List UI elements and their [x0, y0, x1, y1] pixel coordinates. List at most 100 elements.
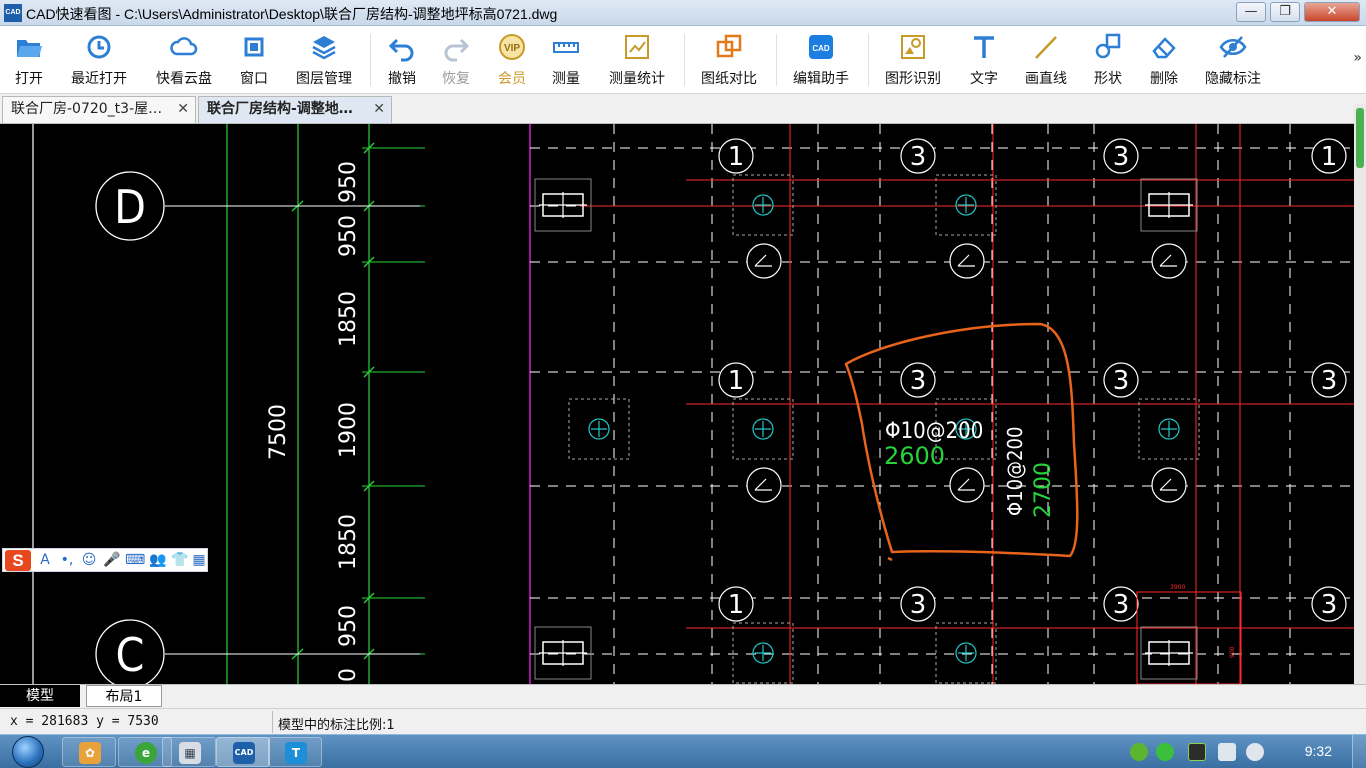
redo-button[interactable]: 恢复: [436, 32, 476, 88]
dimension-label: 950: [336, 161, 361, 203]
measure-stats-button[interactable]: 测量统计: [604, 32, 670, 88]
rebar-annotation: Φ10@200: [1003, 427, 1027, 516]
ie-icon: e: [135, 742, 157, 764]
window-button[interactable]: 窗口: [234, 32, 274, 88]
draw-line-button[interactable]: 画直线: [1020, 32, 1072, 88]
tab-close-icon[interactable]: ✕: [373, 97, 385, 122]
column-marker-label: 3: [910, 590, 927, 620]
rebar-length: 2700: [1031, 462, 1056, 518]
layout-tab-bar: 模型 布局1: [0, 684, 1366, 708]
cloud-disk-button[interactable]: 快看云盘: [150, 32, 218, 88]
folder-open-icon: [17, 40, 42, 57]
ime-font-icon[interactable]: A: [37, 552, 53, 568]
column-marker-label: 3: [910, 142, 927, 172]
column-marker-label: 3: [1113, 590, 1130, 620]
column-marker-label: 3: [910, 366, 927, 396]
hide-annotation-button[interactable]: 隐藏标注: [1200, 32, 1266, 88]
taskbar-app-calculator[interactable]: ▦: [162, 737, 216, 767]
shape-recognize-button[interactable]: 图形识别: [880, 32, 946, 88]
tab-model[interactable]: 模型: [0, 685, 80, 707]
ime-keyboard-icon[interactable]: ⌨: [125, 552, 145, 568]
vip-button[interactable]: VIP 会员: [492, 32, 532, 88]
dimension-label: 1850: [336, 291, 361, 347]
column-marker-label: 1: [728, 366, 745, 396]
ime-emoji-icon[interactable]: ☺: [81, 552, 97, 568]
dimension-label: 50: [336, 668, 361, 684]
cad-viewer-window: CAD CAD快速看图 - C:\Users\Administrator\Des…: [0, 0, 1366, 768]
dimension-label: 950: [336, 605, 361, 647]
pile-cross: [1161, 421, 1177, 437]
ime-skin-icon[interactable]: 👕: [171, 552, 188, 568]
text-tool-button[interactable]: 文字: [964, 32, 1004, 88]
ime-menu-icon[interactable]: ▦: [191, 552, 207, 568]
show-desktop-button[interactable]: [1352, 735, 1366, 768]
flower-icon: ✿: [79, 742, 101, 764]
undo-button[interactable]: 撤销: [382, 32, 422, 88]
toolbar-separator: [370, 34, 371, 86]
column-marker-label: 3: [1321, 590, 1338, 620]
recent-open-button[interactable]: 最近打开: [66, 32, 132, 88]
network-icon[interactable]: [1218, 743, 1236, 761]
text-app-icon: T: [285, 742, 307, 764]
column-marker-label: 1: [728, 142, 745, 172]
volume-muted-icon[interactable]: [1246, 743, 1264, 761]
measure-button[interactable]: 测量: [546, 32, 586, 88]
start-button[interactable]: [4, 736, 56, 768]
column-marker-label: 3: [1321, 366, 1338, 396]
tab-close-icon[interactable]: ✕: [177, 97, 189, 122]
pile-cross: [755, 197, 771, 213]
document-tab-bar: 联合厂房-0720_t3-屋… ✕ 联合厂房结构-调整地… ✕: [0, 94, 1366, 124]
taskbar-app-cad[interactable]: CAD: [216, 737, 270, 767]
tab-structure-drawing[interactable]: 联合厂房结构-调整地… ✕: [198, 96, 392, 123]
close-button[interactable]: ✕: [1304, 2, 1360, 22]
compare-drawings-button[interactable]: 图纸对比: [696, 32, 762, 88]
tab-label: 联合厂房-0720_t3-屋…: [11, 101, 163, 117]
gpu-icon[interactable]: [1188, 743, 1206, 761]
vertical-scrollbar[interactable]: [1354, 104, 1366, 684]
scrollbar-thumb[interactable]: [1356, 108, 1364, 168]
layer-manager-button[interactable]: 图层管理: [290, 32, 358, 88]
toolbar-separator: [776, 34, 777, 86]
wechat-icon[interactable]: [1156, 743, 1174, 761]
tab-layout1[interactable]: 布局1: [86, 685, 162, 707]
vip-icon: VIP: [499, 34, 525, 60]
tab-roof-drawing[interactable]: 联合厂房-0720_t3-屋… ✕: [2, 96, 196, 123]
rebar-annotation: Φ10@200: [885, 419, 983, 444]
redo-icon: [444, 38, 470, 62]
base-plate-axis: [539, 640, 587, 666]
ime-voice-icon[interactable]: 🎤: [103, 552, 120, 568]
taskbar-app-ime[interactable]: ✿: [62, 737, 116, 767]
sogou-logo-icon[interactable]: S: [5, 550, 31, 571]
window-title: CAD快速看图 - C:\Users\Administrator\Desktop…: [26, 6, 558, 22]
layers-icon: [312, 36, 336, 60]
minimize-button[interactable]: —: [1236, 2, 1266, 22]
windows-orb-icon: [12, 736, 44, 768]
axis-bubble-label: D: [114, 180, 146, 234]
maximize-button[interactable]: ❐: [1270, 2, 1300, 22]
taskbar-clock[interactable]: 9:32: [1305, 743, 1332, 759]
dimension-label: 1900: [336, 402, 361, 458]
eraser-icon: [1152, 37, 1176, 59]
system-tray: 9:32: [1126, 735, 1366, 768]
annotation-scale-text: 模型中的标注比例:1: [278, 718, 395, 733]
detail-dimension-top: 3900: [1170, 584, 1185, 591]
ime-punctuation-icon[interactable]: •,: [59, 552, 75, 568]
shape-button[interactable]: 形状: [1088, 32, 1128, 88]
delete-button[interactable]: 删除: [1144, 32, 1184, 88]
tray-plus-icon[interactable]: [1130, 743, 1148, 761]
node-marker: [1151, 243, 1187, 279]
edit-assistant-button[interactable]: CAD 编辑助手: [788, 32, 854, 88]
toolbar-overflow-icon[interactable]: »: [1353, 50, 1362, 66]
windows-taskbar: ✿ e ▦ CAD T 9:32: [0, 734, 1366, 768]
pile-cross: [755, 421, 771, 437]
calculator-icon: ▦: [179, 742, 201, 764]
ime-toolbar: S A •, ☺ 🎤 ⌨ 👥 👕 ▦: [2, 548, 208, 572]
pile-cross: [958, 197, 974, 213]
ime-user-icon[interactable]: 👥: [149, 552, 166, 568]
line-icon: [1035, 36, 1057, 59]
ruler-icon: [553, 42, 579, 53]
taskbar-app-text[interactable]: T: [268, 737, 322, 767]
dimension-label: 1850: [336, 514, 361, 570]
drawing-canvas[interactable]: D C 950 950 1850 1900 1850 950 50 7500 1 3 3 1 1 3 3 3 1 3 3…: [0, 124, 1366, 684]
open-button[interactable]: 打开: [8, 32, 50, 88]
